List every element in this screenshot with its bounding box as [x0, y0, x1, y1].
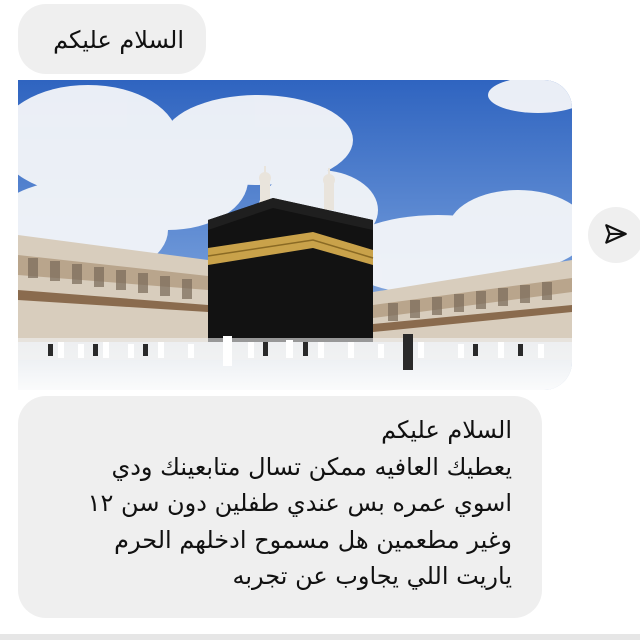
send-arrow-icon	[605, 224, 627, 244]
question-line: ياريت اللي يجاوب عن تجربه	[232, 562, 513, 590]
kaaba-photo-illustration	[18, 80, 572, 390]
greeting-bubble[interactable]: السلام عليكم	[18, 4, 206, 74]
question-line: السلام عليكم	[381, 416, 512, 444]
question-text: السلام عليكم يعطيك العافيه ممكن تسال متا…	[88, 412, 512, 595]
kaaba-photo[interactable]	[18, 80, 572, 390]
kaaba	[207, 198, 374, 342]
question-line: وغير مطعمين هل مسموح ادخلهم الحرم	[114, 525, 512, 554]
question-line: اسوي عمره بس عندي طفلين دون سن ١٢	[87, 489, 512, 517]
share-button[interactable]	[588, 207, 640, 263]
greeting-text: السلام عليكم	[53, 26, 184, 54]
question-bubble[interactable]: السلام عليكم يعطيك العافيه ممكن تسال متا…	[18, 396, 542, 618]
question-line: يعطيك العافيه ممكن تسال متابعينك ودي	[111, 452, 512, 481]
bottom-divider	[0, 634, 640, 640]
